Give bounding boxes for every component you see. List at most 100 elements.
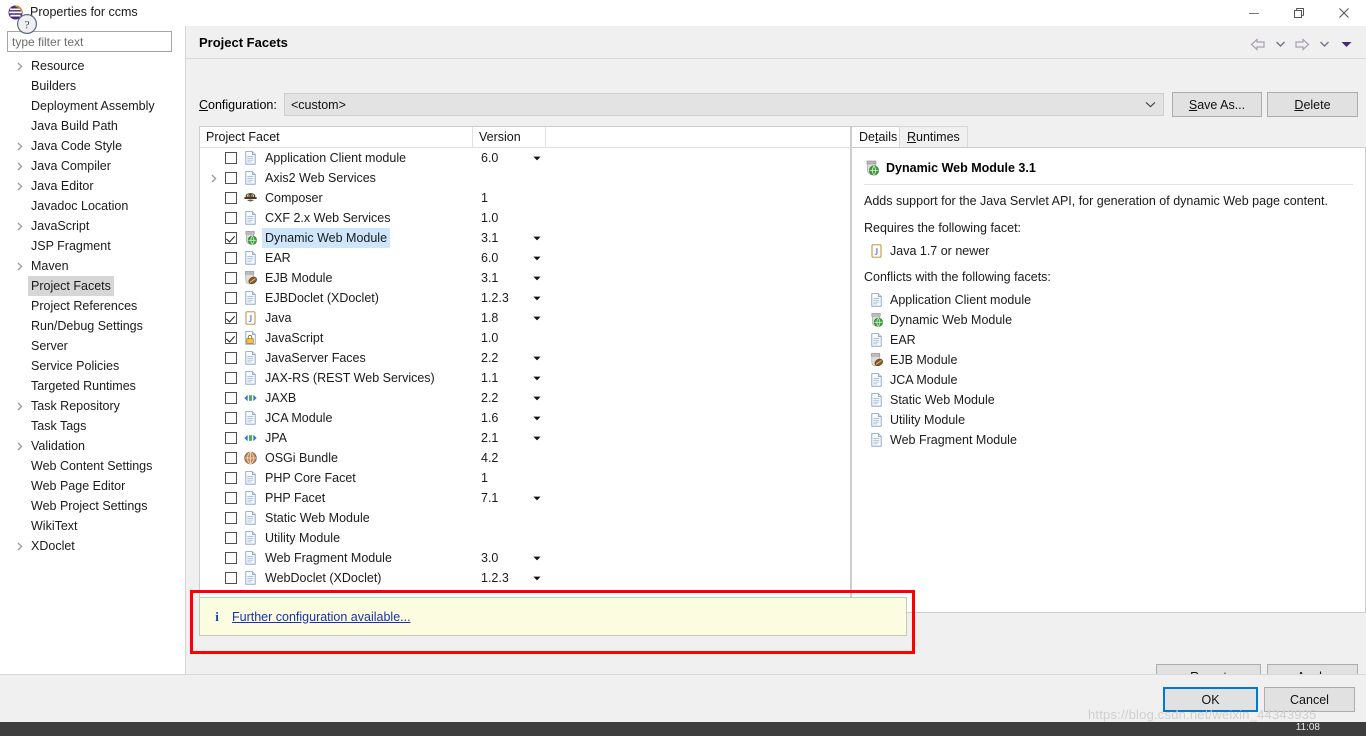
chevron-right-icon[interactable]	[15, 136, 25, 156]
facet-checkbox[interactable]	[225, 152, 237, 164]
table-row[interactable]: Dynamic Web Module 3.1	[200, 228, 850, 248]
save-as-button[interactable]: Save As...	[1172, 92, 1262, 117]
facet-checkbox[interactable]	[225, 192, 237, 204]
table-row[interactable]: Web Fragment Module 3.0	[200, 548, 850, 568]
chevron-right-icon[interactable]	[15, 436, 25, 456]
minimize-icon[interactable]	[1231, 0, 1276, 26]
tab-runtimes[interactable]: Runtimes	[899, 126, 968, 148]
table-row[interactable]: JAXB 2.2	[200, 388, 850, 408]
sidebar-item-javascript[interactable]: JavaScript	[0, 216, 185, 236]
chevron-right-icon[interactable]	[15, 176, 25, 196]
sidebar-item-builders[interactable]: Builders	[0, 76, 185, 96]
facet-checkbox[interactable]	[225, 272, 237, 284]
chevron-right-icon[interactable]	[15, 156, 25, 176]
tab-details[interactable]: Details	[851, 126, 906, 148]
table-row[interactable]: Static Web Module	[200, 508, 850, 528]
facet-checkbox[interactable]	[225, 512, 237, 524]
column-header-version[interactable]: Version	[473, 127, 546, 148]
version-dropdown-icon[interactable]	[533, 368, 541, 388]
chevron-right-icon[interactable]	[209, 168, 219, 188]
version-dropdown-icon[interactable]	[533, 308, 541, 328]
facet-checkbox[interactable]	[225, 432, 237, 444]
table-row[interactable]: JavaScript 1.0	[200, 328, 850, 348]
sidebar-item-xdoclet[interactable]: XDoclet	[0, 536, 185, 556]
facet-checkbox[interactable]	[225, 252, 237, 264]
table-row[interactable]: OSGi Bundle 4.2	[200, 448, 850, 468]
sidebar-item-targeted-runtimes[interactable]: Targeted Runtimes	[0, 376, 185, 396]
delete-button[interactable]: Delete	[1267, 92, 1358, 117]
version-dropdown-icon[interactable]	[533, 288, 541, 308]
facet-checkbox[interactable]	[225, 372, 237, 384]
facet-checkbox[interactable]	[225, 572, 237, 584]
version-dropdown-icon[interactable]	[533, 408, 541, 428]
sidebar-item-maven[interactable]: Maven	[0, 256, 185, 276]
facet-checkbox[interactable]	[225, 172, 237, 184]
table-row[interactable]: JavaServer Faces 2.2	[200, 348, 850, 368]
restore-icon[interactable]	[1276, 0, 1321, 26]
table-row[interactable]: CXF 2.x Web Services 1.0	[200, 208, 850, 228]
sidebar-item-javadoc-location[interactable]: Javadoc Location	[0, 196, 185, 216]
version-dropdown-icon[interactable]	[533, 488, 541, 508]
table-row[interactable]: EAR 6.0	[200, 248, 850, 268]
facet-checkbox[interactable]	[225, 312, 237, 324]
sidebar-item-java-code-style[interactable]: Java Code Style	[0, 136, 185, 156]
sidebar-item-wikitext[interactable]: WikiText	[0, 516, 185, 536]
sidebar-item-web-content-settings[interactable]: Web Content Settings	[0, 456, 185, 476]
table-row[interactable]: JAX-RS (REST Web Services) 1.1	[200, 368, 850, 388]
version-dropdown-icon[interactable]	[533, 248, 541, 268]
facet-checkbox[interactable]	[225, 292, 237, 304]
facet-checkbox[interactable]	[225, 452, 237, 464]
chevron-right-icon[interactable]	[15, 56, 25, 76]
forward-menu-chevron-down-icon[interactable]	[1314, 33, 1334, 55]
help-icon[interactable]: ?	[16, 13, 38, 35]
table-row[interactable]: J Java 1.8	[200, 308, 850, 328]
sidebar-item-web-page-editor[interactable]: Web Page Editor	[0, 476, 185, 496]
view-menu-icon[interactable]	[1336, 33, 1356, 55]
chevron-right-icon[interactable]	[15, 536, 25, 556]
sidebar-item-project-references[interactable]: Project References	[0, 296, 185, 316]
back-arrow-icon[interactable]	[1248, 33, 1268, 55]
table-row[interactable]: JPA 2.1	[200, 428, 850, 448]
version-dropdown-icon[interactable]	[533, 568, 541, 588]
sidebar-item-project-facets[interactable]: Project Facets	[0, 276, 185, 296]
sidebar-item-validation[interactable]: Validation	[0, 436, 185, 456]
chevron-right-icon[interactable]	[15, 396, 25, 416]
configuration-combo[interactable]: <custom>	[284, 93, 1164, 116]
table-row[interactable]: Application Client module 6.0	[200, 148, 850, 168]
table-row[interactable]: PHP Facet 7.1	[200, 488, 850, 508]
sidebar-item-java-build-path[interactable]: Java Build Path	[0, 116, 185, 136]
sidebar-item-deployment-assembly[interactable]: Deployment Assembly	[0, 96, 185, 116]
back-menu-chevron-down-icon[interactable]	[1270, 33, 1290, 55]
facet-checkbox[interactable]	[225, 232, 237, 244]
sidebar-item-task-repository[interactable]: Task Repository	[0, 396, 185, 416]
sidebar-item-resource[interactable]: Resource	[0, 56, 185, 76]
facet-checkbox[interactable]	[225, 492, 237, 504]
version-dropdown-icon[interactable]	[533, 348, 541, 368]
sidebar-item-server[interactable]: Server	[0, 336, 185, 356]
table-row[interactable]: Utility Module	[200, 528, 850, 548]
sidebar-item-task-tags[interactable]: Task Tags	[0, 416, 185, 436]
table-row[interactable]: JCA Module 1.6	[200, 408, 850, 428]
facet-checkbox[interactable]	[225, 472, 237, 484]
sidebar-item-web-project-settings[interactable]: Web Project Settings	[0, 496, 185, 516]
facet-checkbox[interactable]	[225, 332, 237, 344]
table-row[interactable]: PHP Core Facet 1	[200, 468, 850, 488]
chevron-right-icon[interactable]	[15, 256, 25, 276]
version-dropdown-icon[interactable]	[533, 228, 541, 248]
close-icon[interactable]	[1321, 0, 1366, 26]
facet-checkbox[interactable]	[225, 392, 237, 404]
version-dropdown-icon[interactable]	[533, 428, 541, 448]
table-row[interactable]: Composer 1	[200, 188, 850, 208]
version-dropdown-icon[interactable]	[533, 388, 541, 408]
facet-checkbox[interactable]	[225, 532, 237, 544]
facet-checkbox[interactable]	[225, 212, 237, 224]
facet-checkbox[interactable]	[225, 352, 237, 364]
facet-checkbox[interactable]	[225, 412, 237, 424]
column-header-project-facet[interactable]: Project Facet	[200, 127, 473, 148]
sidebar-item-java-compiler[interactable]: Java Compiler	[0, 156, 185, 176]
sidebar-item-java-editor[interactable]: Java Editor	[0, 176, 185, 196]
sidebar-item-run-debug-settings[interactable]: Run/Debug Settings	[0, 316, 185, 336]
further-configuration-link[interactable]: Further configuration available...	[232, 610, 411, 624]
table-row[interactable]: Axis2 Web Services	[200, 168, 850, 188]
sidebar-item-jsp-fragment[interactable]: JSP Fragment	[0, 236, 185, 256]
